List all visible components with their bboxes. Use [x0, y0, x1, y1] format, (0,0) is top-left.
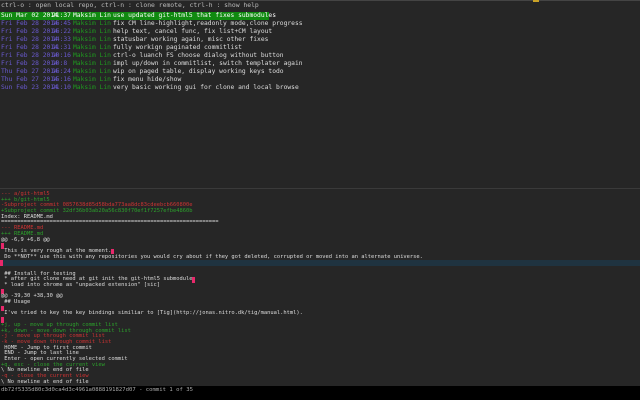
commit-row[interactable]: Fri Feb 28 2014 16:45 Maksim Lin fix CM lin…	[0, 20, 640, 28]
commit-message: impl up/down in commitlist, switch templ…	[113, 60, 303, 67]
commit-date: Fri Feb 28 2014	[1, 60, 58, 67]
commit-message: ctrl-o luanch FS choose dialog without b…	[113, 52, 284, 59]
commit-row[interactable]: Thu Feb 27 2014 16:24 Maksim Lin wip on pag…	[0, 68, 640, 76]
commit-author: Maksim Lin	[73, 76, 111, 83]
commit-time: 15:16	[52, 76, 71, 83]
commit-time: 14:33	[52, 36, 71, 43]
commit-author: Maksim Lin	[73, 84, 111, 91]
diff-line: \ No newline at end of file	[1, 378, 640, 386]
commit-time: 16:24	[52, 68, 71, 75]
commit-author: Maksim Lin	[73, 12, 111, 19]
commit-message: fix CM line-highlight,readonly mode,clon…	[113, 20, 303, 27]
commit-date: Thu Feb 27 2014	[1, 76, 58, 83]
commit-author: Maksim Lin	[73, 52, 111, 59]
commit-message: fix menu hide/show	[113, 76, 182, 83]
commit-row[interactable]: Fri Feb 28 2014 14:33 Maksim Lin statusbar …	[0, 36, 640, 44]
commit-time: 16:22	[52, 28, 71, 35]
commit-author: Maksim Lin	[73, 44, 111, 51]
commit-date: Sun Feb 23 2014	[1, 84, 58, 91]
commit-list[interactable]: Sun Mar 02 2014 21:37 Maksim Lin use update…	[0, 12, 640, 92]
commit-time: 16:45	[52, 20, 71, 27]
status-bar: db72f5335d80c3d0ca4d3c4961a0888191827d07…	[0, 386, 640, 400]
diff-line-text: ## Usage	[1, 299, 31, 306]
commit-date: Thu Feb 27 2014	[1, 68, 58, 75]
commit-row[interactable]: Fri Feb 28 2014 11:31 Maksim Lin fully work…	[0, 44, 640, 52]
commit-message: use updated git-html5 that fixes submodu…	[113, 12, 277, 19]
commit-row[interactable]: Fri Feb 28 2014 10:16 Maksim Lin ctrl-o lua…	[0, 52, 640, 60]
help-text: ctrl-o : open local repo, ctrl-n : clone…	[1, 1, 259, 9]
commit-message: wip on paged table, display working keys…	[113, 68, 284, 75]
window-icon	[533, 0, 539, 2]
commit-row[interactable]: Sun Mar 02 2014 21:37 Maksim Lin use update…	[0, 12, 276, 20]
commit-row[interactable]: Fri Feb 28 2014 10:8 Maksim Lin impl up/dow…	[0, 60, 640, 68]
diff-line-text: \ No newline at end of file	[1, 378, 89, 385]
diff-line-text: I've tried to key the key bindings simil…	[1, 310, 303, 317]
cursor-marker	[192, 277, 196, 283]
commit-time: 10:8	[52, 60, 68, 67]
diff-line-text: @@ -6,9 +6,8 @@	[1, 236, 50, 243]
commit-author: Maksim Lin	[73, 28, 111, 35]
commit-author: Maksim Lin	[73, 36, 111, 43]
commit-message: help text, cancel func, fix list+CM layo…	[113, 28, 273, 35]
commit-message: fully workign paginated commitlist	[113, 44, 242, 51]
diff-line-text: Do **NOT** use this with any repositorie…	[1, 253, 423, 260]
commit-message: statusbar working again, misc other fixe…	[113, 36, 269, 43]
pane-divider[interactable]	[0, 188, 640, 189]
commit-author: Maksim Lin	[73, 60, 111, 67]
diff-line-text: * load into chrome as "unpacked extensio…	[1, 282, 161, 288]
commit-row[interactable]: Thu Feb 27 2014 15:16 Maksim Lin fix menu h…	[0, 76, 640, 84]
commit-row[interactable]: Sun Feb 23 2014 21:10 Maksim Lin very basic…	[0, 84, 640, 92]
git-viewer-app: ctrl-o : open local repo, ctrl-n : clone…	[0, 0, 640, 400]
commit-time: 10:16	[52, 52, 71, 59]
commit-time: 21:37	[52, 12, 71, 19]
commit-date: Fri Feb 28 2014	[1, 52, 58, 59]
commit-date: Fri Feb 28 2014	[1, 44, 58, 51]
commit-message: very basic working gui for clone and loc…	[113, 84, 299, 91]
commit-date: Fri Feb 28 2014	[1, 28, 58, 35]
commit-author: Maksim Lin	[73, 20, 111, 27]
commit-author: Maksim Lin	[73, 68, 111, 75]
commit-date: Sun Mar 02 2014	[1, 12, 58, 19]
commit-time: 11:31	[52, 44, 71, 51]
commit-row[interactable]: Fri Feb 28 2014 16:22 Maksim Lin help text,…	[0, 28, 640, 36]
diff-view[interactable]: --- a/git-html5 +++ b/git-html5 -Subprojec…	[0, 191, 640, 386]
commit-date: Fri Feb 28 2014	[1, 20, 58, 27]
commit-date: Fri Feb 28 2014	[1, 36, 58, 43]
commit-time: 21:10	[52, 84, 71, 91]
